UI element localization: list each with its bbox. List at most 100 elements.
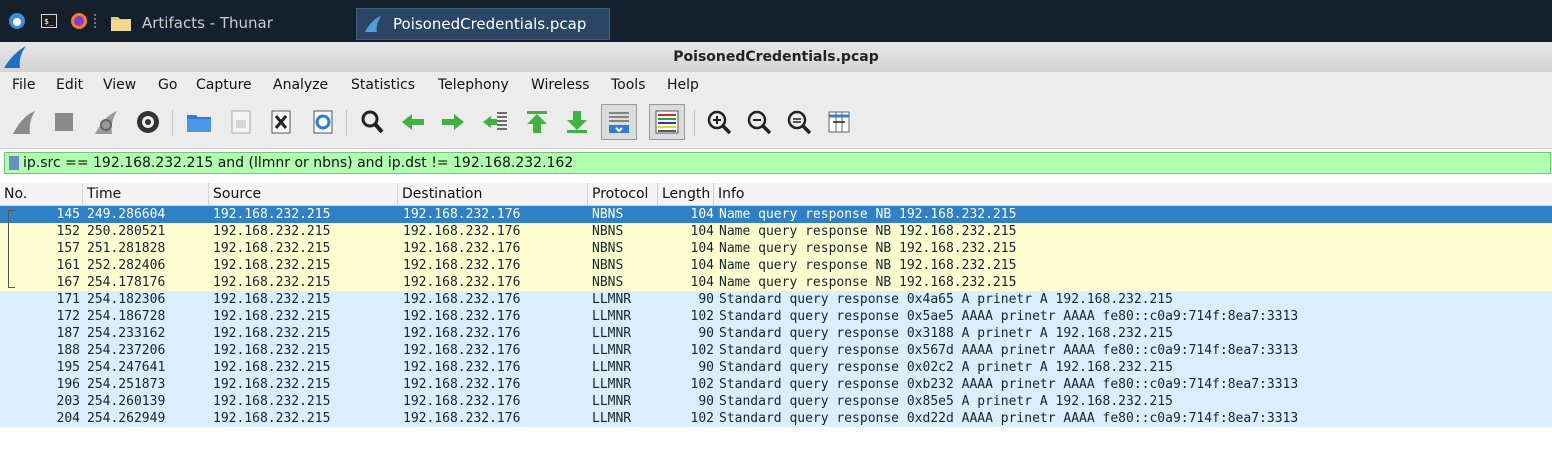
column-header-info[interactable]: Info	[714, 183, 1552, 205]
menu-statistics[interactable]: Statistics	[351, 72, 415, 98]
menu-help[interactable]: Help	[667, 72, 699, 98]
column-header-protocol[interactable]: Protocol	[588, 183, 658, 205]
column-header-source[interactable]: Source	[209, 183, 398, 205]
taskbar: $_ Artifacts - Thunar PoisonedCredential…	[0, 0, 1552, 43]
zoom-reset-icon	[787, 110, 812, 135]
go-back-icon	[402, 114, 424, 130]
menu-file[interactable]: File	[12, 72, 35, 98]
zoom-out-icon	[747, 110, 772, 135]
find-packet-button[interactable]	[356, 106, 388, 138]
go-to-packet-button[interactable]	[479, 106, 511, 138]
cell-no: 195	[56, 360, 80, 375]
table-row[interactable]: 187 254.233162 192.168.232.215 192.168.2…	[0, 325, 1552, 342]
column-header-length[interactable]: Length	[658, 183, 714, 205]
cell-protocol: NBNS	[592, 207, 624, 222]
filter-bookmark-icon[interactable]	[9, 156, 19, 170]
table-row[interactable]: 195 254.247641 192.168.232.215 192.168.2…	[0, 359, 1552, 376]
display-filter-bar[interactable]: ip.src == 192.168.232.215 and (llmnr or …	[4, 152, 1551, 174]
cell-info: Name query response NB 192.168.232.215	[719, 241, 1017, 256]
save-file-button[interactable]	[225, 106, 257, 138]
open-file-button[interactable]	[183, 106, 215, 138]
cell-length: 104	[690, 275, 714, 290]
restart-capture-button[interactable]	[90, 106, 122, 138]
menu-go[interactable]: Go	[158, 72, 177, 98]
table-row[interactable]: 167 254.178176 192.168.232.215 192.168.2…	[0, 274, 1552, 291]
cell-info: Standard query response 0x02c2 A prinetr…	[719, 360, 1173, 375]
menu-view[interactable]: View	[103, 72, 136, 98]
menu-analyze[interactable]: Analyze	[273, 72, 328, 98]
table-row[interactable]: 196 254.251873 192.168.232.215 192.168.2…	[0, 376, 1552, 393]
table-row[interactable]: 157 251.281828 192.168.232.215 192.168.2…	[0, 240, 1552, 257]
cell-source: 192.168.232.215	[213, 258, 331, 273]
column-header-time[interactable]: Time	[83, 183, 209, 205]
zoom-out-button[interactable]	[743, 106, 775, 138]
auto-scroll-button[interactable]	[601, 104, 637, 140]
window-title: PoisonedCredentials.pcap	[673, 49, 879, 65]
menu-telephony[interactable]: Telephony	[438, 72, 509, 98]
table-row[interactable]: 203 254.260139 192.168.232.215 192.168.2…	[0, 393, 1552, 410]
cell-protocol: LLMNR	[592, 326, 632, 341]
column-header-destination[interactable]: Destination	[398, 183, 588, 205]
cell-source: 192.168.232.215	[213, 275, 331, 290]
resize-columns-button[interactable]	[823, 106, 855, 138]
taskbar-item-wireshark[interactable]: PoisonedCredentials.pcap	[356, 8, 610, 40]
cell-destination: 192.168.232.176	[403, 309, 521, 324]
menu-wireless[interactable]: Wireless	[531, 72, 590, 98]
menu-capture[interactable]: Capture	[196, 72, 252, 98]
menu-edit[interactable]: Edit	[56, 72, 83, 98]
table-row[interactable]: 161 252.282406 192.168.232.215 192.168.2…	[0, 257, 1552, 274]
packet-list-header: No. Time Source Destination Protocol Len…	[0, 183, 1552, 206]
cell-info: Name query response NB 192.168.232.215	[719, 275, 1017, 290]
related-packets-bracket	[8, 210, 19, 288]
app-menu-icon[interactable]	[8, 12, 26, 30]
restart-capture-icon	[95, 111, 117, 134]
colorize-button[interactable]	[649, 104, 685, 140]
table-row[interactable]: 204 254.262949 192.168.232.215 192.168.2…	[0, 410, 1552, 427]
cell-destination: 192.168.232.176	[403, 377, 521, 392]
close-file-button[interactable]	[265, 106, 297, 138]
taskbar-item-thunar[interactable]: Artifacts - Thunar	[106, 8, 350, 38]
go-forward-button[interactable]	[437, 106, 469, 138]
cell-source: 192.168.232.215	[213, 224, 331, 239]
table-row[interactable]: 152 250.280521 192.168.232.215 192.168.2…	[0, 223, 1552, 240]
terminal-icon[interactable]: $_	[40, 12, 58, 30]
cell-time: 251.281828	[87, 241, 166, 256]
cell-info: Standard query response 0x567d AAAA prin…	[719, 343, 1299, 358]
table-row[interactable]: 172 254.186728 192.168.232.215 192.168.2…	[0, 308, 1552, 325]
cell-destination: 192.168.232.176	[403, 411, 521, 426]
table-row[interactable]: 145 249.286604 192.168.232.215 192.168.2…	[0, 206, 1552, 223]
firefox-icon[interactable]	[70, 12, 88, 30]
close-file-icon	[271, 110, 291, 134]
auto-scroll-icon	[609, 112, 629, 133]
display-filter-input[interactable]: ip.src == 192.168.232.215 and (llmnr or …	[23, 153, 573, 173]
go-first-button[interactable]	[521, 106, 553, 138]
go-to-packet-icon	[483, 112, 507, 130]
cell-info: Name query response NB 192.168.232.215	[719, 224, 1017, 239]
menu-tools[interactable]: Tools	[611, 72, 646, 98]
cell-time: 254.237206	[87, 343, 166, 358]
cell-destination: 192.168.232.176	[403, 207, 521, 222]
start-capture-button[interactable]	[8, 106, 40, 138]
zoom-reset-button[interactable]	[783, 106, 815, 138]
window-titlebar[interactable]: PoisonedCredentials.pcap	[0, 42, 1552, 73]
stop-capture-button[interactable]	[48, 106, 80, 138]
cell-info: Standard query response 0x3188 A prinetr…	[719, 326, 1173, 341]
stop-capture-icon	[55, 113, 73, 131]
table-row[interactable]: 188 254.237206 192.168.232.215 192.168.2…	[0, 342, 1552, 359]
start-capture-icon	[13, 111, 35, 134]
cell-time: 252.282406	[87, 258, 166, 273]
zoom-in-button[interactable]	[703, 106, 735, 138]
go-back-button[interactable]	[397, 106, 429, 138]
go-last-button[interactable]	[561, 106, 593, 138]
capture-options-button[interactable]	[132, 106, 164, 138]
cell-info: Standard query response 0x4a65 A prinetr…	[719, 292, 1173, 307]
table-row[interactable]: 171 254.182306 192.168.232.215 192.168.2…	[0, 291, 1552, 308]
column-header-no[interactable]: No.	[0, 183, 83, 205]
reload-file-button[interactable]	[307, 106, 339, 138]
zoom-in-icon	[707, 110, 732, 135]
cell-length: 104	[690, 241, 714, 256]
cell-time: 254.178176	[87, 275, 166, 290]
cell-no: 171	[56, 292, 80, 307]
cell-destination: 192.168.232.176	[403, 292, 521, 307]
folder-icon	[111, 17, 131, 31]
